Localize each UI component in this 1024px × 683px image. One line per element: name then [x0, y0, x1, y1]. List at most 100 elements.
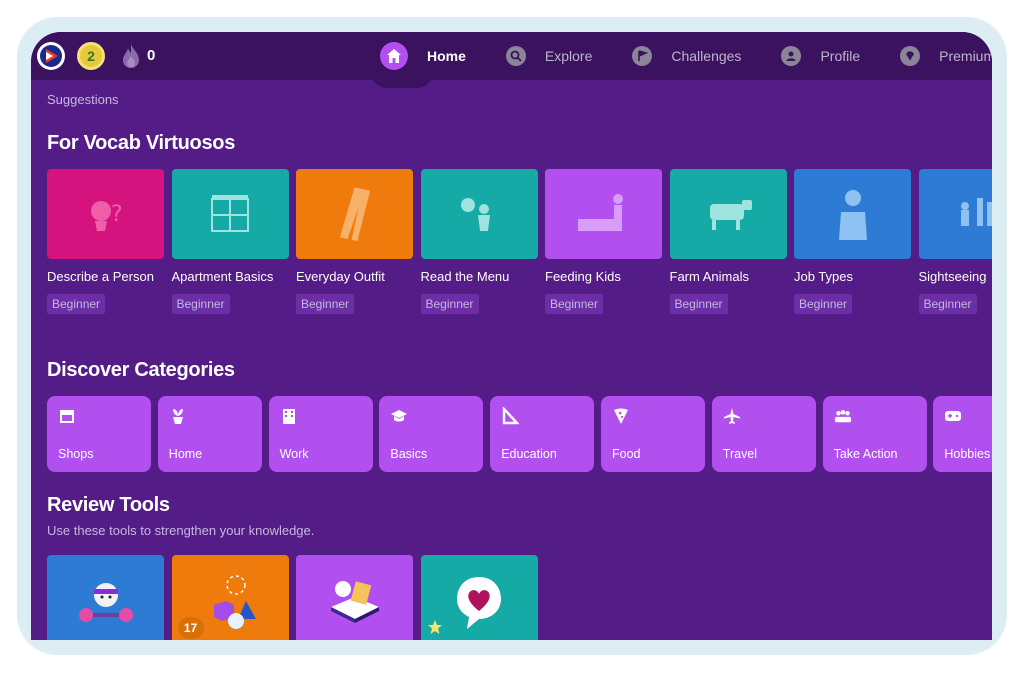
category-tile[interactable]: Home	[157, 396, 262, 472]
top-bar: 2 0 Home Explore Challenges Profile Prem…	[31, 32, 992, 80]
user-icon	[781, 46, 802, 66]
nav-home[interactable]: Home	[380, 42, 466, 70]
app-screen: 2 0 Home Explore Challenges Profile Prem…	[31, 32, 992, 640]
nav-explore-label: Explore	[544, 48, 593, 64]
level-tag: Beginner	[545, 294, 604, 314]
home-icon	[380, 42, 408, 70]
set-square-icon	[502, 407, 520, 425]
card-image	[420, 169, 538, 259]
card-title: Describe a Person	[47, 269, 154, 284]
card-title: Farm Animals	[669, 269, 749, 284]
apartment-icon	[211, 195, 249, 232]
book-icon	[330, 580, 379, 623]
card-title: Apartment Basics	[171, 269, 274, 284]
category-label: Take Action	[833, 447, 898, 461]
vocab-card[interactable]: ? Describe a Person Beginner	[47, 169, 164, 314]
review-tool-tile[interactable]	[296, 555, 413, 640]
pizza-icon	[613, 408, 628, 424]
category-label: Shops	[58, 447, 94, 461]
category-tile[interactable]: Food	[600, 396, 705, 472]
dumbbell-character-icon	[78, 582, 133, 622]
svg-text:?: ?	[111, 202, 123, 227]
category-tile[interactable]: Basics	[379, 396, 484, 472]
card-title: Feeding Kids	[545, 269, 621, 284]
level-tag: Beginner	[171, 294, 230, 314]
category-tile[interactable]: Take Action	[822, 396, 927, 472]
card-title: Job Types	[794, 269, 854, 284]
building-icon	[282, 409, 295, 424]
main-nav: Home Explore Challenges Profile Premium	[380, 32, 992, 80]
suggestions-label: Suggestions	[47, 92, 119, 107]
app-logo[interactable]	[37, 42, 65, 70]
pants-icon	[339, 187, 370, 242]
review-tool-tile[interactable]	[420, 555, 538, 640]
vocab-card[interactable]: Job Types Beginner	[794, 169, 911, 314]
card-image	[669, 169, 787, 259]
nav-profile[interactable]: Profile	[781, 46, 860, 66]
level-tag: Beginner	[669, 294, 728, 314]
review-tool-tile[interactable]	[47, 555, 164, 640]
category-tile[interactable]: Travel	[711, 396, 816, 472]
review-tool-list: 17	[47, 555, 545, 640]
category-tile[interactable]: Hobbies	[933, 396, 992, 472]
category-list: Shops Home Work Basics Education Food Tr…	[47, 396, 992, 472]
nav-challenges[interactable]: Challenges	[632, 46, 741, 66]
nav-premium[interactable]: Premium	[900, 46, 992, 66]
category-label: Education	[501, 447, 557, 461]
flame-icon[interactable]	[117, 42, 145, 70]
people-icon	[834, 410, 851, 423]
review-tool-tile[interactable]: 17	[171, 555, 289, 640]
level-tag: Beginner	[420, 294, 479, 314]
card-title: Everyday Outfit	[296, 269, 385, 284]
card-image	[296, 169, 413, 259]
nav-challenges-label: Challenges	[671, 48, 742, 64]
person-question-icon: ?	[90, 201, 123, 231]
sightseeing-icon	[961, 198, 992, 226]
cow-icon	[710, 200, 752, 230]
diamond-icon	[900, 46, 921, 66]
vocab-card[interactable]: Sightseeing Beginner	[918, 169, 992, 314]
menu-reader-icon	[461, 198, 490, 231]
category-tile[interactable]: Shops	[47, 396, 151, 472]
feeding-kids-icon	[577, 194, 623, 231]
level-tag: Beginner	[918, 294, 977, 314]
graduation-cap-icon	[391, 410, 408, 422]
vocab-card[interactable]: Everyday Outfit Beginner	[296, 169, 413, 314]
level-tag: Beginner	[794, 294, 853, 314]
plant-icon	[172, 409, 183, 424]
category-label: Home	[168, 447, 203, 461]
review-count-badge: 17	[177, 617, 204, 639]
card-image: ?	[47, 169, 164, 259]
category-label: Work	[279, 447, 309, 461]
vocab-card-list: ? Describe a Person Beginner Apartment B…	[47, 169, 992, 314]
review-subtitle: Use these tools to strengthen your knowl…	[47, 523, 315, 538]
categories-section-title: Discover Categories	[47, 359, 235, 381]
streak-count: 0	[147, 47, 156, 64]
category-label: Basics	[390, 447, 428, 461]
category-label: Hobbies	[944, 447, 991, 461]
vocab-card[interactable]: Apartment Basics Beginner	[171, 169, 289, 314]
level-badge[interactable]: 2	[77, 42, 105, 70]
category-tile[interactable]: Work	[268, 396, 373, 472]
nav-explore[interactable]: Explore	[505, 46, 593, 66]
card-image	[171, 169, 289, 259]
worker-icon	[838, 190, 867, 240]
card-title: Read the Menu	[420, 269, 510, 284]
vocab-card[interactable]: Read the Menu Beginner	[420, 169, 538, 314]
vocab-card[interactable]: Farm Animals Beginner	[669, 169, 787, 314]
category-label: Food	[611, 447, 641, 461]
nav-profile-label: Profile	[820, 48, 861, 64]
star-icon	[427, 620, 442, 634]
airplane-icon	[723, 408, 740, 424]
review-section-title: Review Tools	[47, 494, 170, 516]
vocab-section-title: For Vocab Virtuosos	[47, 132, 236, 154]
level-tag: Beginner	[296, 294, 355, 314]
flag-icon	[632, 46, 653, 66]
logo-icon	[40, 45, 62, 67]
card-image	[794, 169, 911, 259]
level-tag: Beginner	[47, 294, 106, 314]
category-tile[interactable]: Education	[490, 396, 595, 472]
vocab-card[interactable]: Feeding Kids Beginner	[545, 169, 662, 314]
card-title: Sightseeing	[918, 269, 987, 284]
active-tab-notch	[371, 72, 433, 88]
